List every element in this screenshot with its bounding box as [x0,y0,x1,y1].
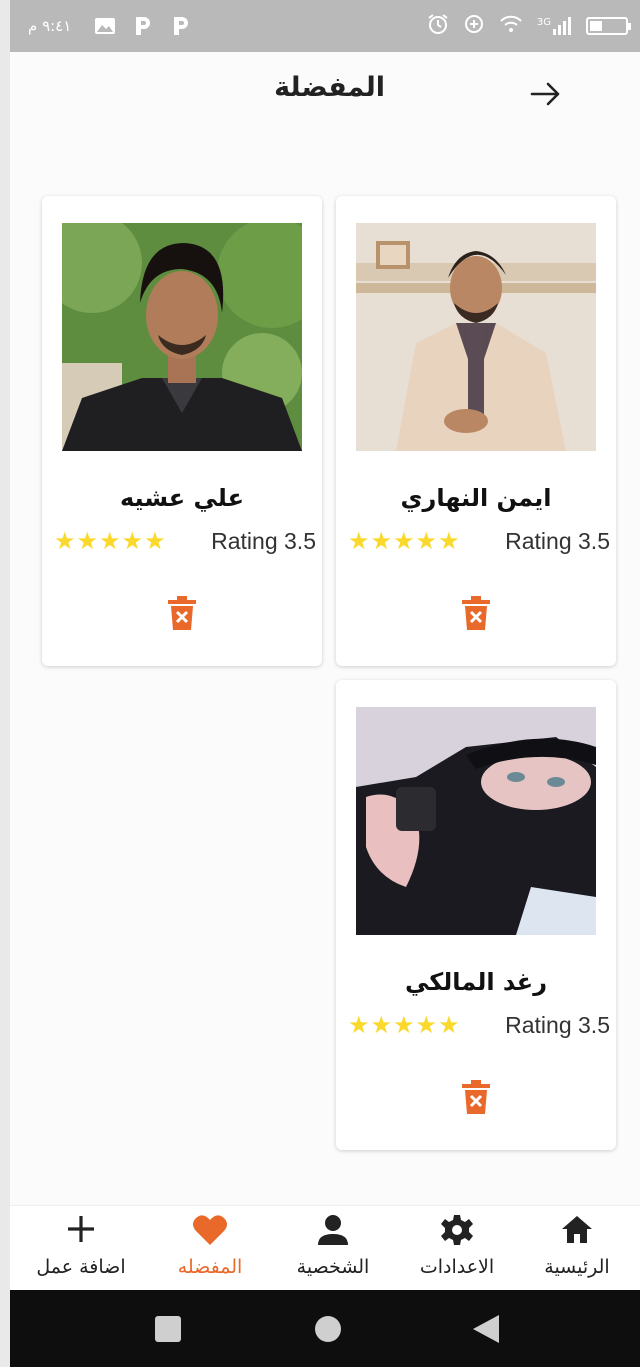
delete-icon[interactable] [462,1080,490,1114]
nav-item-home[interactable]: الرئيسية [514,1206,640,1291]
star-icon: ★ [370,1011,393,1039]
nav-label: الاعدادات [419,1256,495,1278]
status-time: ٩:٤١ م [28,17,72,35]
alarm-icon [427,13,449,39]
star-icon: ★ [415,527,438,555]
star-icon: ★ [54,527,76,555]
rating-row: Rating 3.5 ★ ★ ★ ★ ★ [348,1010,610,1040]
page-title: المفضلة [274,72,385,103]
signal-icon: 3G [537,17,572,35]
star-icon: ★ [144,527,166,555]
star-icon: ★ [393,1011,415,1039]
person-name: رغد المالكي [404,968,548,996]
profile-photo [356,223,596,451]
star-icon: ★ [438,527,460,555]
heart-icon [147,1214,273,1248]
star-icon: ★ [76,527,99,555]
back-arrow-icon[interactable] [528,76,564,112]
star-rating: ★ ★ ★ ★ ★ [348,529,460,553]
nav-label: المفضله [177,1256,243,1278]
rating-row: Rating 3.5 ★ ★ ★ ★ ★ [54,526,316,556]
wifi-icon [499,14,523,38]
delete-icon[interactable] [168,596,196,630]
profile-photo [356,707,596,935]
app-screen: ٩:٤١ م 3G المفضلة ايمن النهاري Rating 3.… [10,0,640,1367]
home-icon [514,1214,640,1248]
system-nav-bar [10,1290,640,1367]
home-circle-icon[interactable] [314,1290,342,1367]
status-indicators: 3G [427,0,631,52]
delete-icon[interactable] [462,596,490,630]
rating-label: Rating 3.5 [505,527,610,554]
gear-icon [394,1214,520,1248]
nav-item-favorites[interactable]: المفضله [147,1206,273,1291]
data-saver-icon [463,13,485,39]
star-rating: ★ ★ ★ ★ ★ [54,529,166,553]
nav-item-profile[interactable]: الشخصية [270,1206,396,1291]
star-icon: ★ [99,527,121,555]
parking-app-icon [172,0,190,52]
star-icon: ★ [393,527,415,555]
battery-icon [586,17,631,35]
favorite-card[interactable]: رغد المالكي Rating 3.5 ★ ★ ★ ★ ★ [336,680,616,1150]
gallery-icon [94,0,116,52]
person-name: ايمن النهاري [400,484,552,512]
status-bar: ٩:٤١ م 3G [10,0,640,52]
nav-label: اضافة عمل [36,1256,126,1278]
person-name: علي عشيه [120,484,244,512]
nav-item-add-work[interactable]: اضافة عمل [18,1206,144,1291]
rating-row: Rating 3.5 ★ ★ ★ ★ ★ [348,526,610,556]
nav-label: الرئيسية [544,1256,610,1278]
star-icon: ★ [121,527,144,555]
bottom-nav: الرئيسية الاعدادات الشخصية المفضله اضافة… [10,1205,640,1290]
person-icon [270,1214,396,1248]
star-icon: ★ [370,527,393,555]
back-triangle-icon[interactable] [472,1290,500,1367]
app-bar: المفضلة [10,52,640,132]
network-type: 3G [536,17,551,28]
star-icon: ★ [348,527,370,555]
parking-app-icon [134,0,152,52]
recents-icon[interactable] [154,1290,182,1367]
star-icon: ★ [348,1011,370,1039]
nav-item-settings[interactable]: الاعدادات [394,1206,520,1291]
favorite-card[interactable]: علي عشيه Rating 3.5 ★ ★ ★ ★ ★ [42,196,322,666]
rating-label: Rating 3.5 [211,527,316,554]
nav-label: الشخصية [296,1256,370,1278]
plus-icon [18,1214,144,1248]
profile-photo [62,223,302,451]
star-rating: ★ ★ ★ ★ ★ [348,1013,460,1037]
favorite-card[interactable]: ايمن النهاري Rating 3.5 ★ ★ ★ ★ ★ [336,196,616,666]
rating-label: Rating 3.5 [505,1011,610,1038]
star-icon: ★ [438,1011,460,1039]
star-icon: ★ [415,1011,438,1039]
